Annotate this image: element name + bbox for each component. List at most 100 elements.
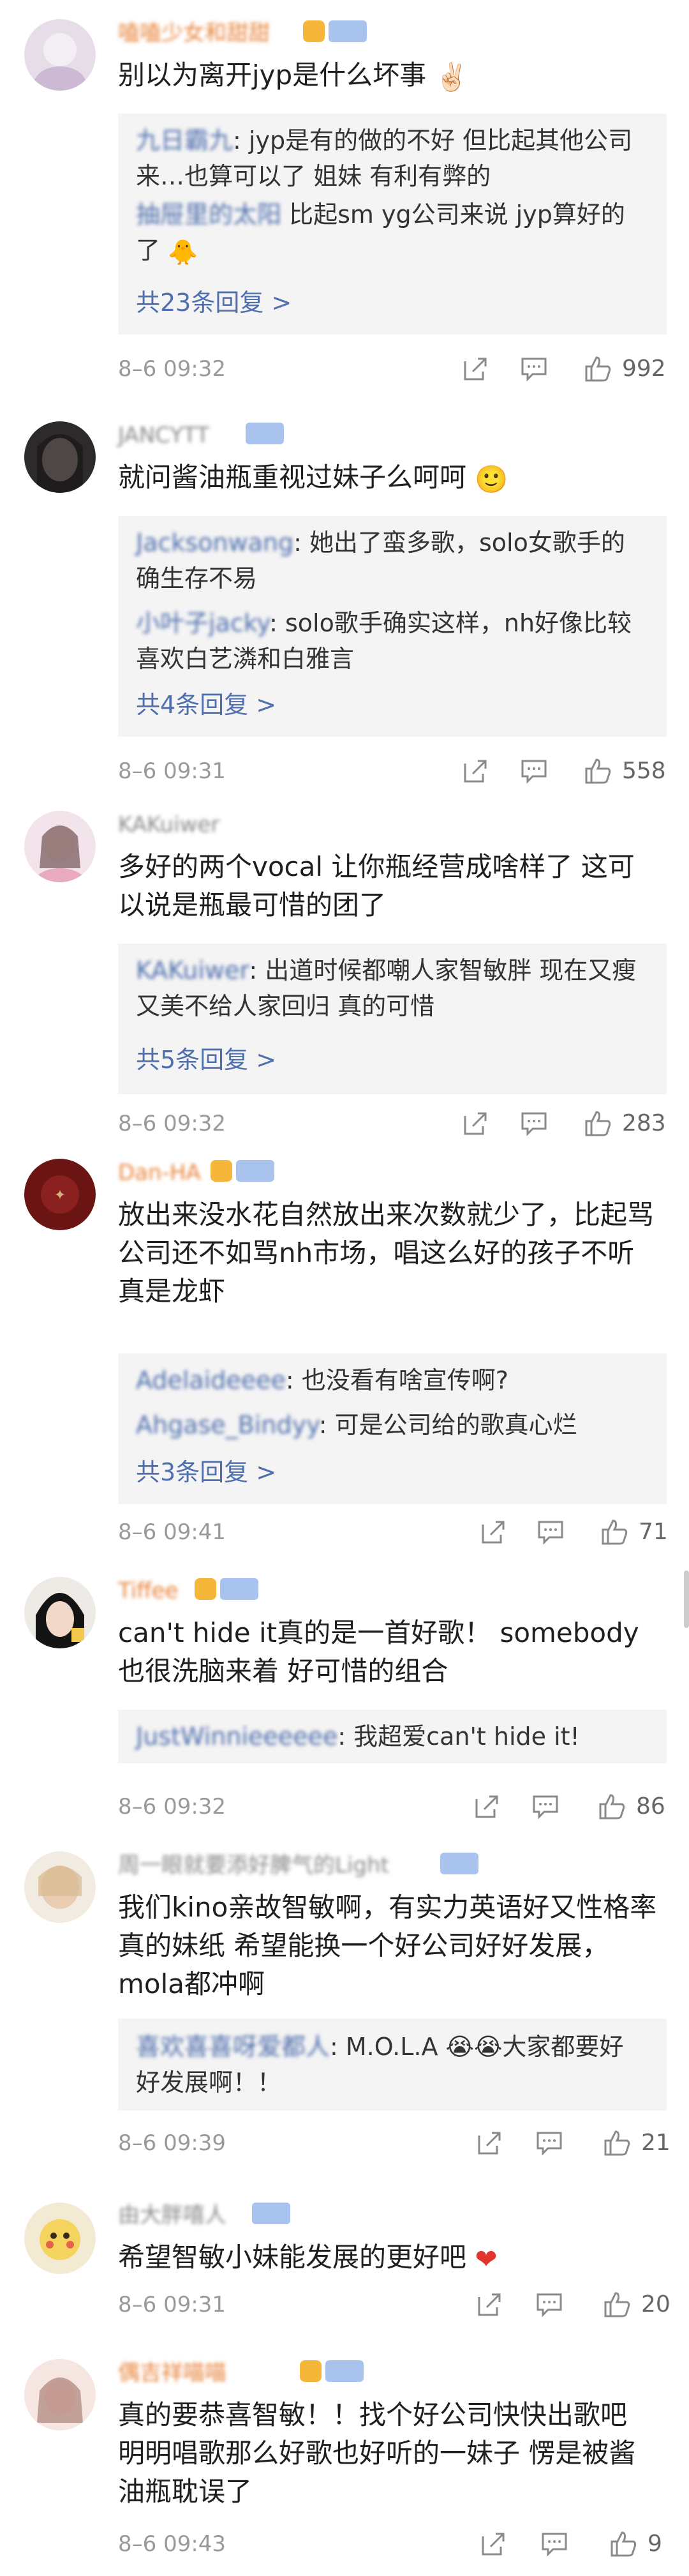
crown-badge-icon [303,20,325,42]
share-icon[interactable] [473,1793,501,1821]
comment-footer: 8–6 09:43 9 [118,2525,667,2563]
reply-item[interactable]: JustWinnieeeeee: 我超爱can't hide it! [136,1719,646,1754]
avatar[interactable] [24,1577,96,1648]
reply-username[interactable]: KAKuiwer [136,956,249,984]
comment-time: 8–6 09:32 [118,1111,226,1136]
reply-item[interactable]: Jacksonwang: 她出了蛮多歌，solo女歌手的确生存不易 [136,525,646,596]
reply-box[interactable]: Adelaideeee: 也没看有啥宣传啊? Ahgase_Bindyy: 可是… [118,1353,667,1504]
thumbs-up-icon[interactable] [609,2530,637,2558]
comment-text: 多好的两个vocal 让你瓶经营成啥样了 这可以说是瓶最可惜的团了 [118,851,635,921]
share-icon[interactable] [461,1110,489,1138]
share-icon[interactable] [479,1518,507,1546]
reply-item[interactable]: 小叶子jacky: solo歌手确实这样，nh好像比较喜欢白艺潾和白雅言 [136,605,646,677]
share-icon[interactable] [461,355,489,383]
comment-item: Tiffee can't hide it真的是一首好歌！ somebody也很洗… [0,1558,689,1839]
comment-icon[interactable] [535,2291,563,2319]
username[interactable]: JANCYTT [118,421,209,449]
smile-emoji-icon: 🙂 [475,463,508,495]
avatar[interactable] [24,19,96,91]
reply-username[interactable]: 九日霸九 [136,126,233,154]
avatar[interactable] [24,811,96,882]
comment-item: 由大胖嘻人 希望智敏小妹能发展的更好吧 ❤ 8–6 09:31 20 [0,2171,689,2340]
reply-username[interactable]: Adelaideeee [136,1366,286,1394]
username[interactable]: Tiffee [118,1577,178,1605]
comment-time: 8–6 09:31 [118,2292,226,2317]
user-badges [300,2360,364,2382]
comment-text: 希望智敏小妹能发展的更好吧 ❤ [118,2238,660,2278]
reply-box[interactable]: Jacksonwang: 她出了蛮多歌，solo女歌手的确生存不易 小叶子jac… [118,516,667,737]
thumbs-up-icon[interactable] [603,2291,631,2319]
reply-item[interactable]: Adelaideeee: 也没看有啥宣传啊? [136,1362,646,1398]
user-badges [246,423,284,444]
more-replies-link[interactable]: 共5条回复 > [136,1042,276,1078]
avatar[interactable] [24,2203,96,2274]
svg-text:✦: ✦ [54,1187,66,1203]
thumbs-up-icon[interactable] [584,1110,612,1138]
avatar[interactable] [24,421,96,493]
comment-text: 别以为离开jyp是什么坏事 ✌🏻 [118,56,660,96]
username[interactable]: 周一眼就要添好脾气的Light [118,1851,389,1879]
like-count: 21 [641,2130,670,2156]
like-count: 86 [636,1793,665,1819]
comment-item: 嗑嗑少女和甜甜 别以为离开jyp是什么坏事 ✌🏻 九日霸九: jyp是有的做的不… [0,0,689,402]
username[interactable]: 偶吉祥喵喵 [118,2359,226,2387]
comment-footer: 8–6 09:41 71 [118,1513,668,1551]
scrollbar[interactable] [684,1570,689,1628]
crown-badge-icon [195,1578,216,1600]
share-icon[interactable] [479,2530,507,2558]
comment-icon[interactable] [537,1518,565,1546]
reply-item[interactable]: KAKuiwer: 出道时候都嘲人家智敏胖 现在又瘦又美不给人家回归 真的可惜 [136,953,646,1024]
thumbs-up-icon[interactable] [598,1793,626,1821]
share-icon[interactable] [461,757,489,785]
reply-username[interactable]: Jacksonwang [136,529,293,557]
comment-footer: 8–6 09:32 283 [118,1104,667,1143]
reply-box[interactable]: KAKuiwer: 出道时候都嘲人家智敏胖 现在又瘦又美不给人家回归 真的可惜 … [118,944,667,1094]
reply-username[interactable]: 喜欢喜喜呀爱都人 [136,2033,330,2061]
reply-item[interactable]: 九日霸九: jyp是有的做的不好 但比起其他公司来…也算可以了 姐妹 有利有弊的 [136,123,646,194]
crown-badge-icon [211,1160,232,1182]
comment-icon[interactable] [531,1793,559,1821]
level-badge-icon [236,1160,274,1182]
thumbs-up-icon[interactable] [584,355,612,383]
thumbs-up-icon[interactable] [603,2129,631,2157]
username[interactable]: KAKuiwer [118,811,219,839]
avatar[interactable] [24,2359,96,2430]
comment-footer: 8–6 09:39 21 [118,2124,670,2162]
thumbs-up-icon[interactable] [600,1518,628,1546]
comment-icon[interactable] [520,355,548,383]
more-replies-link[interactable]: 共4条回复 > [136,687,276,723]
more-replies-link[interactable]: 共23条回复 > [136,285,292,320]
comment-icon[interactable] [540,2530,568,2558]
avatar[interactable]: ✦ [24,1159,96,1230]
share-icon[interactable] [475,2129,503,2157]
reply-item[interactable]: Ahgase_Bindyy: 可是公司给的歌真心烂 [136,1407,646,1443]
avatar[interactable] [24,1851,96,1923]
user-badges [303,20,367,42]
share-icon[interactable] [475,2291,503,2319]
username[interactable]: Dan-HA [118,1159,201,1187]
more-replies-link[interactable]: 共3条回复 > [136,1454,276,1490]
reply-item[interactable]: 喜欢喜喜呀爱都人: M.O.L.A 😭😭大家都要好好发展啊！！ [136,2029,646,2100]
thumbs-up-icon[interactable] [584,757,612,785]
username[interactable]: 由大胖嘻人 [118,2201,226,2229]
reply-username[interactable]: 抽屉里的太阳 [136,200,281,229]
comment-text: 真的要恭喜智敏！！找个好公司快快出歌吧 明明唱歌那么好歌也好听的一妹子 愣是被酱… [118,2399,636,2507]
comment-time: 8–6 09:32 [118,1794,226,1819]
comment-item: 偶吉祥喵喵 真的要恭喜智敏！！找个好公司快快出歌吧 明明唱歌那么好歌也好听的一妹… [0,2340,689,2576]
username[interactable]: 嗑嗑少女和甜甜 [118,19,270,47]
comment-icon[interactable] [535,2129,563,2157]
reply-box[interactable]: 九日霸九: jyp是有的做的不好 但比起其他公司来…也算可以了 姐妹 有利有弊的… [118,114,667,335]
reply-item[interactable]: 抽屉里的太阳 比起sm yg公司来说 jyp算好的了 🐥 [136,197,646,270]
reply-box[interactable]: 喜欢喜喜呀爱都人: M.O.L.A 😭😭大家都要好好发展啊！！ [118,2019,667,2111]
like-count: 992 [622,356,666,382]
like-count: 283 [622,1110,666,1136]
like-count: 20 [641,2291,670,2317]
comment-icon[interactable] [520,757,548,785]
reply-box[interactable]: JustWinnieeeeee: 我超爱can't hide it! [118,1710,667,1763]
reply-username[interactable]: JustWinnieeeeee [136,1722,337,1751]
reply-username[interactable]: Ahgase_Bindyy [136,1411,319,1439]
comment-icon[interactable] [520,1110,548,1138]
user-badges [440,1853,478,1874]
reply-username[interactable]: 小叶子jacky [136,609,269,637]
comment-time: 8–6 09:31 [118,758,226,784]
